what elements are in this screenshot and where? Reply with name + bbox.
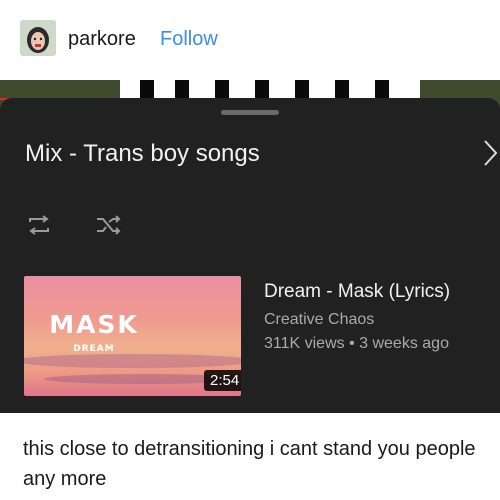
channel-name[interactable]: Creative Chaos (264, 311, 374, 329)
drag-handle[interactable] (221, 110, 279, 115)
playlist-panel: Mix - Trans boy songs MASK DREAM 2:54 Dr… (0, 98, 500, 413)
video-meta: 311K views • 3 weeks ago (264, 335, 449, 352)
chevron-right-icon[interactable] (482, 138, 500, 168)
loop-icon[interactable] (26, 212, 52, 238)
playlist-title: Mix - Trans boy songs (25, 140, 260, 167)
username[interactable]: parkore (68, 28, 136, 51)
video-title[interactable]: Dream - Mask (Lyrics) (264, 281, 450, 303)
thumbnail-subtitle: DREAM (73, 344, 115, 354)
duration-badge: 2:54 (204, 370, 241, 391)
thumbnail-title: MASK (49, 310, 139, 339)
follow-button[interactable]: Follow (160, 28, 218, 51)
post-caption: this close to detransitioning i cant sta… (23, 438, 476, 490)
avatar[interactable] (20, 20, 56, 56)
post-header: parkore Follow (0, 0, 500, 80)
shuffle-icon[interactable] (94, 212, 122, 238)
video-thumbnail[interactable]: MASK DREAM 2:54 (24, 276, 241, 396)
